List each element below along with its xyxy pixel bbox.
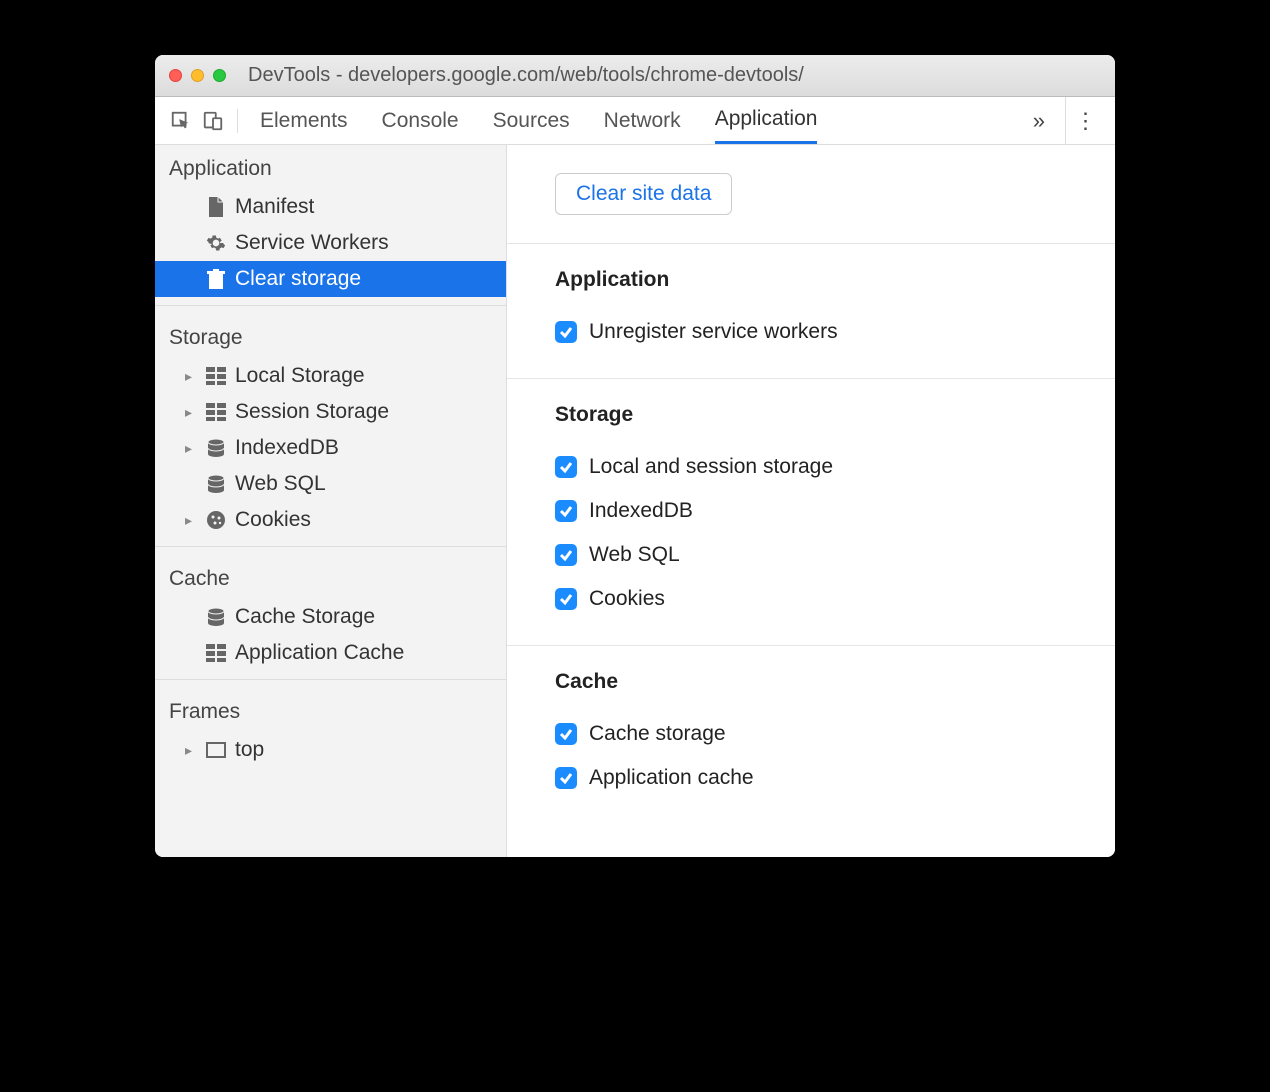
- sidebar: Application Manifest Service Workers Clear …: [155, 145, 507, 857]
- checkbox-label: Unregister service workers: [589, 320, 838, 344]
- sidebar-item-label: Local Storage: [235, 364, 365, 388]
- sidebar-item-label: top: [235, 738, 264, 762]
- sidebar-item-label: IndexedDB: [235, 436, 339, 460]
- checkbox-row: Application cache: [555, 756, 1115, 800]
- grid-icon: [205, 401, 227, 423]
- window-title: DevTools - developers.google.com/web/too…: [248, 64, 804, 87]
- sidebar-item-label: Application Cache: [235, 641, 404, 665]
- gear-icon: [205, 232, 227, 254]
- tabbar: Elements Console Sources Network Application…: [155, 97, 1115, 145]
- divider: [155, 305, 506, 306]
- sidebar-item-label: Manifest: [235, 195, 314, 219]
- checkbox-row: Cache storage: [555, 712, 1115, 756]
- db-icon: [205, 437, 227, 459]
- tab-console[interactable]: Console: [382, 99, 459, 143]
- checkbox-label: Cache storage: [589, 722, 726, 746]
- chevron-right-icon[interactable]: ▸: [185, 404, 197, 421]
- checkbox[interactable]: [555, 321, 577, 343]
- checkbox-label: Local and session storage: [589, 455, 833, 479]
- overflow-icon[interactable]: »: [1013, 108, 1065, 134]
- zoom-icon[interactable]: [213, 69, 226, 82]
- sidebar-item-web-sql[interactable]: Web SQL: [155, 466, 506, 502]
- titlebar: DevTools - developers.google.com/web/too…: [155, 55, 1115, 97]
- tab-application[interactable]: Application: [715, 97, 818, 144]
- frame-icon: [205, 739, 227, 761]
- db-icon: [205, 473, 227, 495]
- close-icon[interactable]: [169, 69, 182, 82]
- sidebar-item-session-storage[interactable]: ▸ Session Storage: [155, 394, 506, 430]
- chevron-right-icon[interactable]: ▸: [185, 742, 197, 759]
- sidebar-item-application-cache[interactable]: Application Cache: [155, 635, 506, 671]
- checkbox[interactable]: [555, 456, 577, 478]
- main-panel: Clear site data Application Unregister ser…: [507, 145, 1115, 857]
- sidebar-section-title: Application: [155, 145, 506, 189]
- checkbox-label: Application cache: [589, 766, 754, 790]
- sidebar-item-manifest[interactable]: Manifest: [155, 189, 506, 225]
- sidebar-section-title: Frames: [155, 688, 506, 732]
- tab-network[interactable]: Network: [604, 99, 681, 143]
- checkbox-label: Cookies: [589, 587, 665, 611]
- grid-icon: [205, 642, 227, 664]
- cookie-icon: [205, 509, 227, 531]
- sidebar-item-cache-storage[interactable]: Cache Storage: [155, 599, 506, 635]
- db-icon: [205, 606, 227, 628]
- chevron-right-icon[interactable]: ▸: [185, 512, 197, 529]
- sidebar-item-label: Cookies: [235, 508, 311, 532]
- inspect-icon[interactable]: [165, 110, 197, 132]
- checkbox-row: IndexedDB: [555, 489, 1115, 533]
- sidebar-item-indexeddb[interactable]: ▸ IndexedDB: [155, 430, 506, 466]
- checkbox[interactable]: [555, 544, 577, 566]
- checkbox-row: Web SQL: [555, 533, 1115, 577]
- tabs: Elements Console Sources Network Application: [246, 97, 1013, 144]
- checkbox-row: Cookies: [555, 577, 1115, 621]
- body: Application Manifest Service Workers Clear …: [155, 145, 1115, 857]
- checkbox-row: Local and session storage: [555, 445, 1115, 489]
- device-icon[interactable]: [197, 110, 229, 132]
- clear-site-data-button[interactable]: Clear site data: [555, 173, 732, 215]
- chevron-right-icon[interactable]: ▸: [185, 368, 197, 385]
- group-application: Application Unregister service workers: [507, 244, 1115, 378]
- minimize-icon[interactable]: [191, 69, 204, 82]
- sidebar-item-label: Session Storage: [235, 400, 389, 424]
- tab-sources[interactable]: Sources: [493, 99, 570, 143]
- file-icon: [205, 196, 227, 218]
- sidebar-item-label: Cache Storage: [235, 605, 375, 629]
- checkbox[interactable]: [555, 500, 577, 522]
- button-row: Clear site data: [507, 145, 1115, 243]
- tab-elements[interactable]: Elements: [260, 99, 348, 143]
- sidebar-item-cookies[interactable]: ▸ Cookies: [155, 502, 506, 538]
- chevron-right-icon[interactable]: ▸: [185, 440, 197, 457]
- checkbox[interactable]: [555, 767, 577, 789]
- checkbox-label: Web SQL: [589, 543, 680, 567]
- checkbox[interactable]: [555, 588, 577, 610]
- kebab-menu-icon[interactable]: ⋮: [1065, 97, 1105, 144]
- sidebar-item-label: Service Workers: [235, 231, 389, 255]
- sidebar-item-label: Clear storage: [235, 267, 361, 291]
- checkbox[interactable]: [555, 723, 577, 745]
- grid-icon: [205, 365, 227, 387]
- checkbox-row: Unregister service workers: [555, 310, 1115, 354]
- sidebar-section-title: Storage: [155, 314, 506, 358]
- devtools-window: DevTools - developers.google.com/web/too…: [155, 55, 1115, 857]
- group-cache: Cache Cache storage Application cache: [507, 646, 1115, 824]
- traffic-lights: [169, 69, 226, 82]
- sidebar-item-label: Web SQL: [235, 472, 326, 496]
- group-title: Cache: [555, 670, 1115, 694]
- checkbox-label: IndexedDB: [589, 499, 693, 523]
- sidebar-section-title: Cache: [155, 555, 506, 599]
- separator: [237, 109, 238, 133]
- divider: [155, 679, 506, 680]
- sidebar-item-service-workers[interactable]: Service Workers: [155, 225, 506, 261]
- sidebar-item-local-storage[interactable]: ▸ Local Storage: [155, 358, 506, 394]
- group-title: Storage: [555, 403, 1115, 427]
- trash-icon: [205, 268, 227, 290]
- group-title: Application: [555, 268, 1115, 292]
- sidebar-item-clear-storage[interactable]: Clear storage: [155, 261, 506, 297]
- sidebar-item-top[interactable]: ▸ top: [155, 732, 506, 768]
- divider: [155, 546, 506, 547]
- group-storage: Storage Local and session storage IndexedD…: [507, 379, 1115, 645]
